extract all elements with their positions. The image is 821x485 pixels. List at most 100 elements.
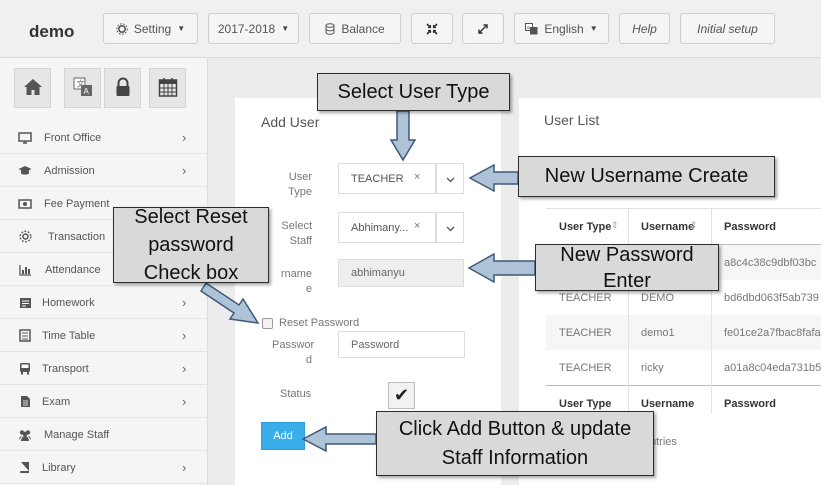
- chevron-right-icon: ›: [182, 130, 187, 145]
- select-staff-dropdown-toggle[interactable]: [436, 212, 464, 243]
- translate-shortcut[interactable]: 文A: [64, 68, 101, 108]
- add-user-title: Add User: [261, 114, 320, 130]
- document-icon: [18, 395, 32, 409]
- footer-header-user-type: User Type: [559, 398, 612, 410]
- table-cell-password: a8c4c38c9dbf03bc: [724, 257, 817, 269]
- password-label: Passwor d: [272, 339, 315, 366]
- compress-icon: [426, 22, 438, 35]
- user-type-value: TEACHER: [351, 172, 404, 185]
- status-label: Status: [280, 388, 312, 400]
- password-input[interactable]: Password: [338, 331, 465, 358]
- column-divider: [711, 209, 712, 414]
- sidebar-item-transport[interactable]: Transport ›: [0, 353, 208, 385]
- bus-icon: [18, 362, 32, 376]
- column-header-username[interactable]: Username: [641, 221, 694, 233]
- username-value: abhimanyu: [351, 267, 405, 279]
- calendar-icon: [158, 77, 178, 100]
- monitor-icon: [18, 131, 32, 145]
- table-cell-username: DEMO: [641, 292, 674, 304]
- chevron-down-icon: [446, 172, 455, 186]
- entries-info: ntries: [650, 436, 677, 448]
- home-shortcut[interactable]: [14, 68, 51, 108]
- setting-button[interactable]: Setting ▼: [103, 13, 198, 44]
- setting-label: Setting: [133, 21, 172, 36]
- session-label: 2017-2018: [217, 21, 276, 36]
- top-navbar: demo Setting ▼ 2017-2018 ▼ Balance a Eng…: [0, 0, 821, 58]
- table-cell-user-type: TEACHER: [559, 362, 612, 374]
- callout-select-user-type: Select User Type: [317, 73, 510, 111]
- checkmark-icon: ✔: [393, 385, 410, 405]
- sidebar-item-label: Attendance: [45, 263, 101, 276]
- calendar-shortcut[interactable]: [149, 68, 186, 108]
- user-type-label: User Type: [288, 171, 312, 198]
- chevron-right-icon: ›: [182, 295, 187, 310]
- column-header-user-type[interactable]: User Type: [559, 221, 611, 233]
- sort-icon[interactable]: ⇕: [611, 220, 619, 231]
- gear-icon: [18, 230, 32, 244]
- table-footer-border: [546, 385, 821, 386]
- callout-select-reset: Select Reset password Check box: [113, 206, 269, 284]
- table-cell-username: ricky: [641, 362, 664, 374]
- table-top-border: [546, 208, 821, 209]
- gear-icon: [116, 22, 128, 35]
- username-input[interactable]: abhimanyu: [338, 259, 464, 287]
- chevron-right-icon: ›: [182, 361, 187, 376]
- home-icon: [23, 78, 43, 99]
- session-button[interactable]: 2017-2018 ▼: [208, 13, 299, 44]
- chevron-right-icon: ›: [182, 163, 187, 178]
- sidebar-item-time-table[interactable]: Time Table ›: [0, 320, 208, 352]
- lock-shortcut[interactable]: [104, 68, 141, 108]
- sidebar-item-label: Homework: [42, 296, 95, 309]
- help-label: Help: [632, 21, 657, 36]
- add-button[interactable]: Add: [261, 422, 305, 450]
- clear-user-type-icon[interactable]: ×: [414, 171, 420, 183]
- expand-button[interactable]: [462, 13, 504, 44]
- sidebar-item-front-office[interactable]: Front Office ›: [0, 122, 208, 154]
- timetable-icon: [18, 329, 32, 343]
- sidebar-item-label: Transport: [42, 362, 89, 375]
- initial-setup-button[interactable]: Initial setup: [680, 13, 775, 44]
- select-staff-select[interactable]: Abhimany...: [338, 212, 436, 243]
- clear-staff-icon[interactable]: ×: [414, 220, 420, 232]
- language-icon: a: [525, 22, 538, 35]
- initial-setup-label: Initial setup: [697, 21, 758, 36]
- sidebar-item-label: Time Table: [42, 329, 96, 342]
- language-button[interactable]: a English ▼: [514, 13, 609, 44]
- translate-icon: 文A: [73, 77, 93, 100]
- table-cell-username: demo1: [641, 327, 675, 339]
- sidebar-item-manage-staff[interactable]: Manage Staff: [0, 419, 208, 451]
- money-icon: [18, 197, 32, 211]
- brand-logo[interactable]: demo: [29, 22, 74, 42]
- bar-chart-icon: [18, 263, 32, 277]
- user-type-select[interactable]: TEACHER: [338, 163, 436, 194]
- add-button-label: Add: [273, 430, 293, 442]
- lock-icon: [115, 77, 131, 100]
- sidebar-item-admission[interactable]: Admission ›: [0, 155, 208, 187]
- sidebar-item-library[interactable]: Library ›: [0, 452, 208, 484]
- callout-new-username: New Username Create: [518, 156, 775, 197]
- caret-down-icon: ▼: [281, 24, 290, 33]
- sidebar-item-homework[interactable]: Homework ›: [0, 287, 208, 319]
- compress-button[interactable]: [411, 13, 453, 44]
- column-divider: [628, 209, 629, 414]
- database-icon: [325, 22, 335, 35]
- column-header-password[interactable]: Password: [724, 221, 776, 233]
- select-staff-label: Select Staff: [281, 220, 312, 247]
- user-type-dropdown-toggle[interactable]: [436, 163, 464, 194]
- sidebar-item-label: Fee Payment: [44, 197, 110, 210]
- homework-icon: [18, 296, 32, 310]
- reset-password-checkbox[interactable]: [262, 318, 273, 329]
- sort-icon[interactable]: ⇕: [690, 220, 698, 231]
- sidebar-item-label: Manage Staff: [44, 428, 110, 441]
- chevron-right-icon: ›: [182, 394, 187, 409]
- footer-header-password: Password: [724, 398, 776, 410]
- users-icon: [18, 428, 32, 442]
- balance-button[interactable]: Balance: [309, 13, 401, 44]
- user-list-title: User List: [544, 112, 600, 128]
- footer-header-username: Username: [641, 398, 695, 410]
- chevron-down-icon: [446, 221, 455, 235]
- status-checkbox[interactable]: ✔: [388, 382, 415, 409]
- callout-click-add: Click Add Button & update Staff Informat…: [376, 411, 654, 476]
- help-button[interactable]: Help: [619, 13, 670, 44]
- sidebar-item-exam[interactable]: Exam ›: [0, 386, 208, 418]
